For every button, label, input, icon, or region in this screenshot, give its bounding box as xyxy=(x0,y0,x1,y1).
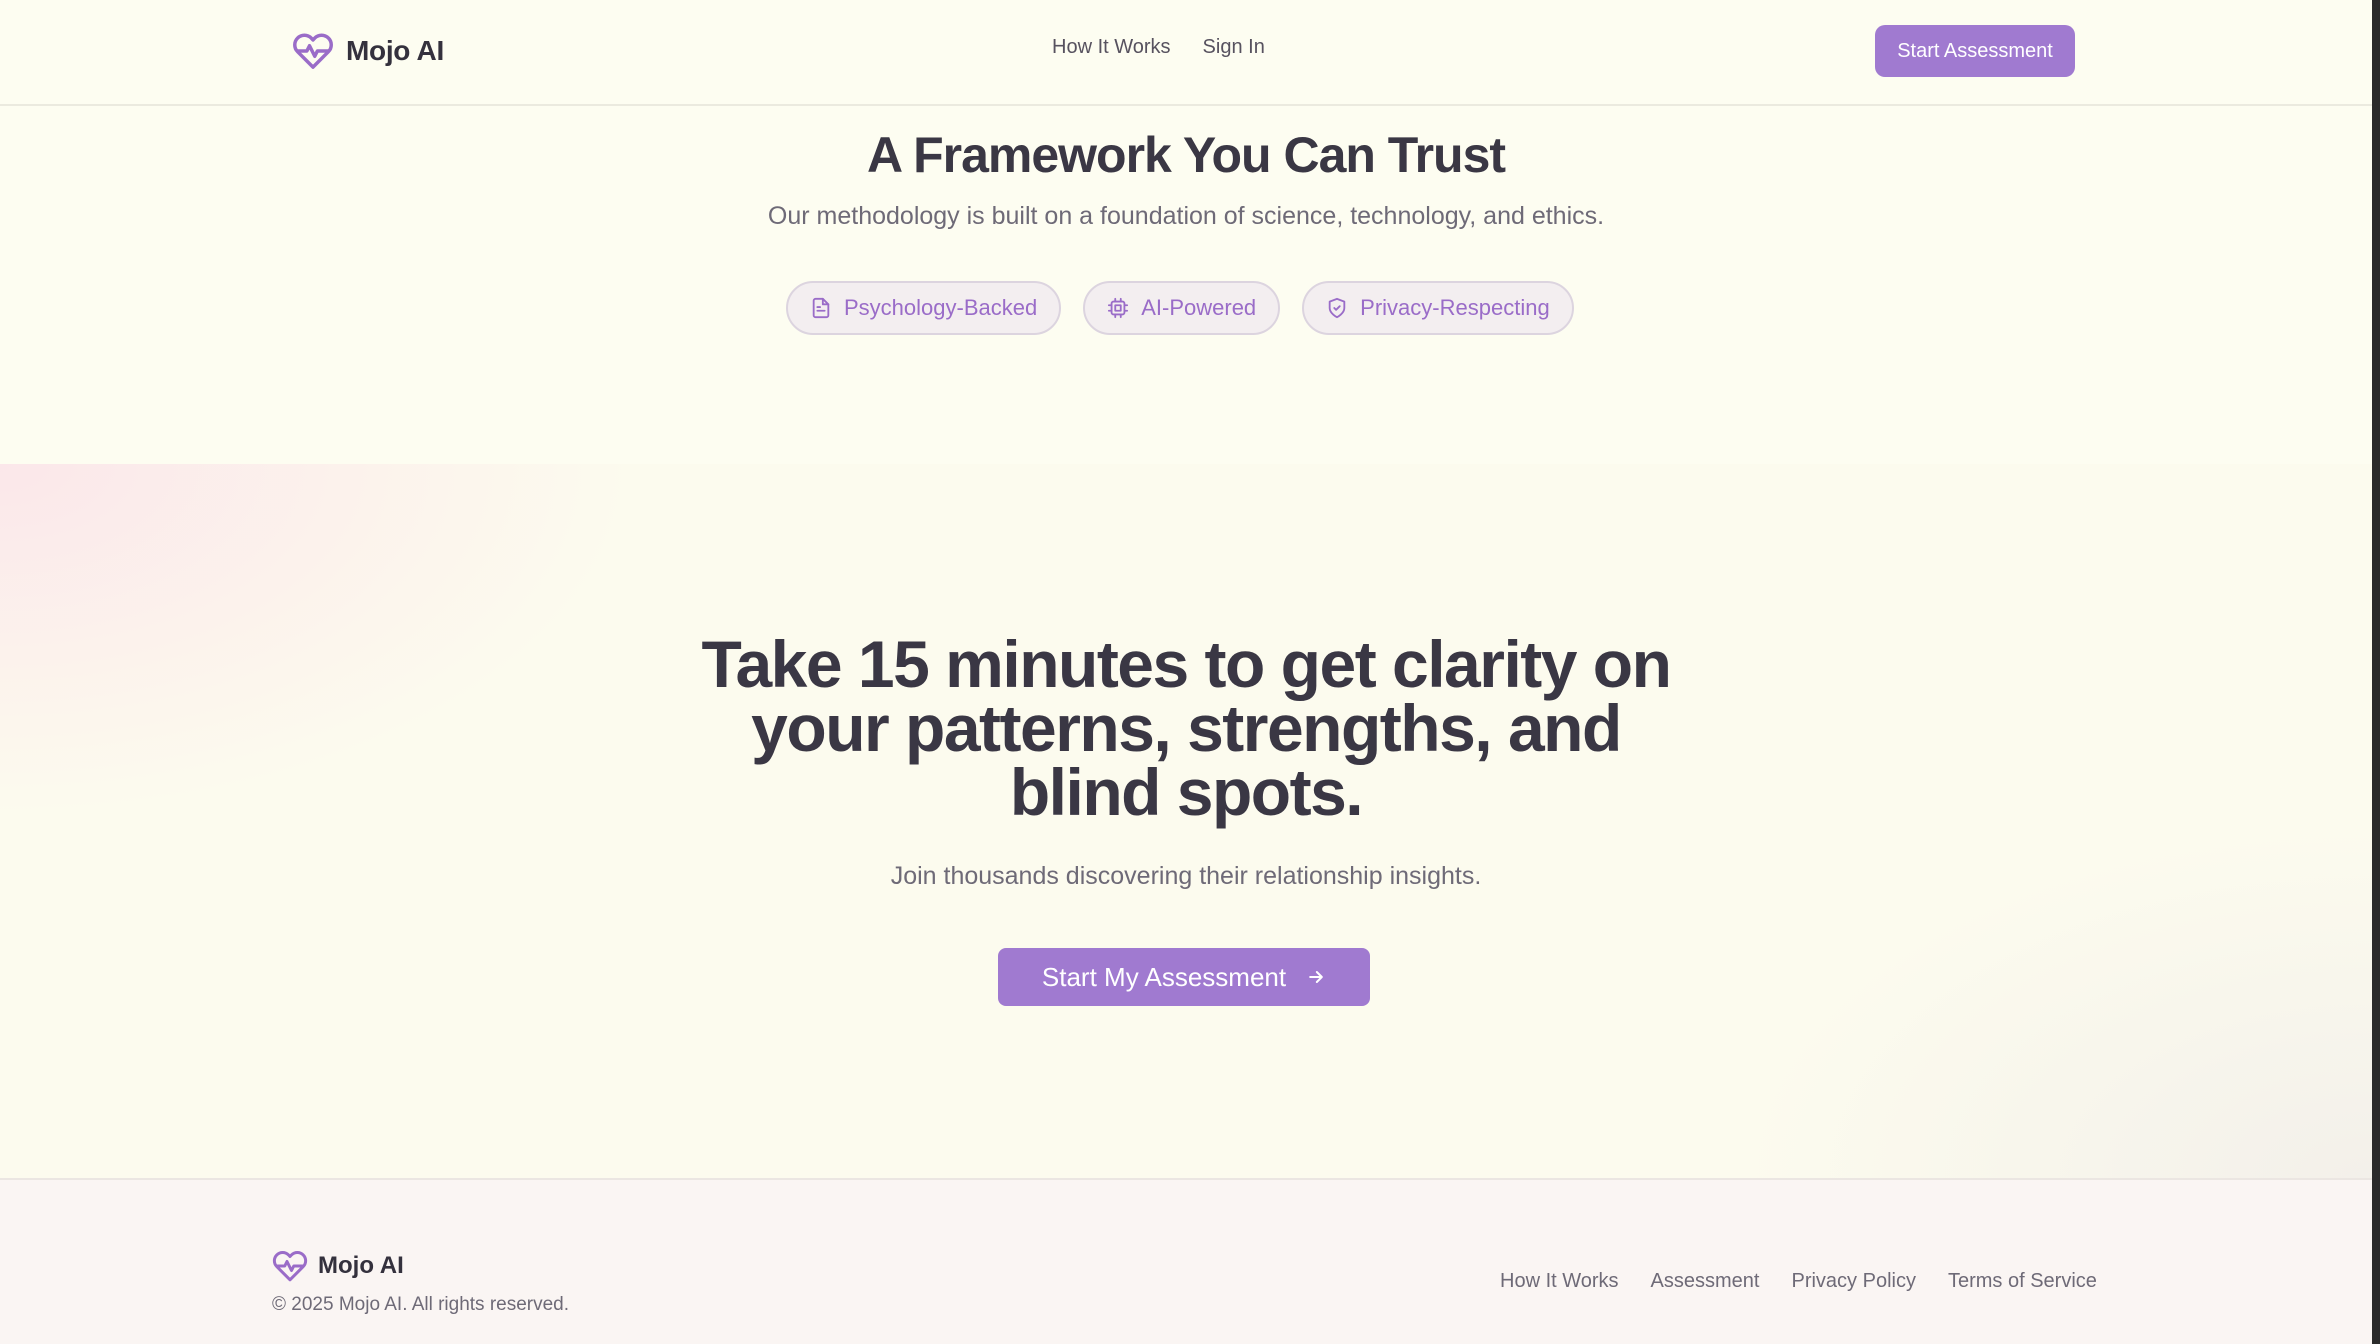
pill-label: AI-Powered xyxy=(1141,295,1257,320)
arrow-right-icon xyxy=(1309,971,1323,983)
footer-link-assessment[interactable]: Assessment xyxy=(1651,1270,1760,1293)
pill-ai-powered: AI-Powered xyxy=(1083,281,1281,335)
footer-link-terms-of-service[interactable]: Terms of Service xyxy=(1948,1270,2097,1293)
hero-title: Take 15 minutes to get clarity on your p… xyxy=(701,627,1672,829)
pill-privacy-respecting: Privacy-Respecting xyxy=(1302,281,1574,335)
nav-link-how-it-works[interactable]: How It Works xyxy=(1052,36,1171,59)
nav-link-sign-in[interactable]: Sign In xyxy=(1203,36,1265,59)
copyright-text: © 2025 Mojo AI. All rights reserved. xyxy=(272,1294,570,1315)
hero-subtitle: Join thousands discovering their relatio… xyxy=(890,862,1482,890)
pill-label: Privacy-Respecting xyxy=(1360,295,1550,320)
site-header: Mojo AI How It Works Sign In Start Asses… xyxy=(0,0,2372,106)
hero-cta-section: Take 15 minutes to get clarity on your p… xyxy=(0,464,2372,1178)
button-label: Start My Assessment xyxy=(1041,961,1287,992)
heart-pulse-icon xyxy=(293,33,333,69)
footer-link-how-it-works[interactable]: How It Works xyxy=(1500,1270,1619,1293)
feature-pills: Psychology-Backed AI-Powered Privacy-Res… xyxy=(786,281,1574,335)
framework-section: A Framework You Can Trust Our methodolog… xyxy=(0,106,2372,464)
heart-pulse-icon xyxy=(272,1250,308,1282)
pill-psychology-backed: Psychology-Backed xyxy=(786,281,1062,335)
cpu-icon xyxy=(1108,297,1129,319)
framework-subtitle: Our methodology is built on a foundation… xyxy=(767,202,1605,230)
brand-name: Mojo AI xyxy=(346,35,444,66)
brand-logo[interactable]: Mojo AI xyxy=(292,28,444,74)
main-nav: How It Works Sign In xyxy=(1052,36,1265,59)
footer-link-privacy-policy[interactable]: Privacy Policy xyxy=(1791,1270,1915,1293)
footer-brand-name: Mojo AI xyxy=(318,1252,404,1279)
document-icon xyxy=(812,297,830,319)
start-assessment-button[interactable]: Start Assessment xyxy=(1875,25,2075,77)
footer-links: How It Works Assessment Privacy Policy T… xyxy=(1500,1270,2097,1293)
footer-brand: Mojo AI xyxy=(272,1248,404,1284)
site-footer: Mojo AI © 2025 Mojo AI. All rights reser… xyxy=(0,1178,2372,1344)
window-edge xyxy=(2372,0,2380,1344)
framework-title: A Framework You Can Trust xyxy=(866,127,1506,183)
pill-label: Psychology-Backed xyxy=(844,295,1038,320)
start-my-assessment-button[interactable]: Start My Assessment xyxy=(998,948,1370,1006)
page: Mojo AI How It Works Sign In Start Asses… xyxy=(0,0,2372,1344)
shield-icon xyxy=(1328,297,1346,319)
